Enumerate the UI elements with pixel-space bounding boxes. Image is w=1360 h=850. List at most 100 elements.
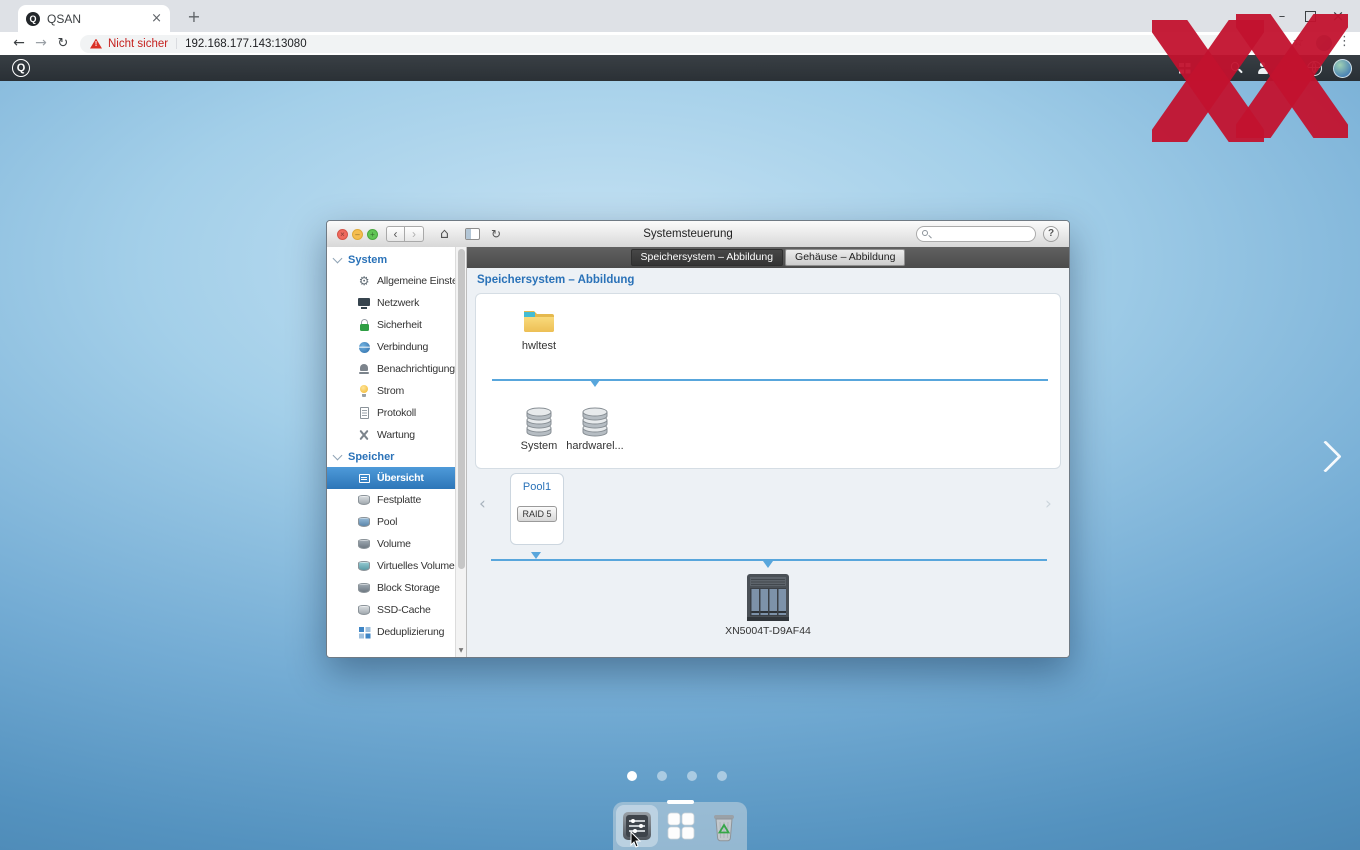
- sidebar-item-sicherheit[interactable]: Sicherheit: [327, 314, 455, 336]
- browser-menu-icon[interactable]: [1338, 34, 1351, 49]
- sidebar-item-strom[interactable]: Strom: [327, 380, 455, 402]
- sidebar-item-verbindung[interactable]: Verbindung: [327, 336, 455, 358]
- language-globe-icon[interactable]: [1307, 60, 1322, 76]
- sidebar-item-benachrichtigung[interactable]: Benachrichtigung: [327, 358, 455, 380]
- sidebar-item-pool[interactable]: Pool: [327, 511, 455, 533]
- recycle-bin-dock-icon[interactable]: [706, 808, 742, 844]
- ssd-cache-icon: [357, 603, 371, 617]
- window-header: Systemsteuerung ?: [327, 221, 1069, 248]
- nav-back-button[interactable]: [386, 226, 405, 242]
- url-text[interactable]: 192.168.177.143:13080: [185, 38, 307, 50]
- browser-back-button[interactable]: [8, 32, 30, 54]
- history-nav: [386, 226, 424, 242]
- sidebar-item-netzwerk[interactable]: Netzwerk: [327, 292, 455, 314]
- bookmark-star-icon[interactable]: [1292, 35, 1304, 50]
- volume-disk-icon: [357, 537, 371, 551]
- sidebar-item-label: Netzwerk: [377, 297, 420, 309]
- page-dot-4[interactable]: [717, 771, 727, 781]
- browser-navbar: Nicht sicher 192.168.177.143:13080: [0, 32, 1360, 56]
- favicon: Q: [26, 11, 40, 26]
- search-icon[interactable]: [1229, 61, 1244, 76]
- row-chevron-right-icon[interactable]: [1045, 496, 1052, 513]
- tab-close-icon[interactable]: [151, 11, 162, 26]
- connector-arrow-down: [590, 380, 600, 387]
- desktop-page-dots: [627, 771, 727, 781]
- tab-speichersystem-abbildung[interactable]: Speichersystem – Abbildung: [630, 249, 784, 266]
- address-bar[interactable]: Nicht sicher 192.168.177.143:13080: [80, 34, 1280, 53]
- control-panel-search-input[interactable]: [935, 227, 1034, 243]
- browser-forward-button[interactable]: [30, 32, 52, 54]
- browser-reload-button[interactable]: [52, 32, 74, 54]
- tab-gehaeuse-abbildung[interactable]: Gehäuse – Abbildung: [785, 249, 906, 266]
- sidebar-item-uebersicht[interactable]: Übersicht: [327, 467, 455, 489]
- page-dot-1[interactable]: [627, 771, 637, 781]
- home-icon[interactable]: [440, 226, 449, 242]
- window-minimize-button[interactable]: [1268, 0, 1296, 32]
- sidebar-item-volume[interactable]: Volume: [327, 533, 455, 555]
- sidebar-item-label: Übersicht: [377, 472, 424, 484]
- sidebar-item-label: Protokoll: [377, 407, 417, 419]
- window-title: Systemsteuerung: [643, 228, 733, 240]
- browser-profile-avatar[interactable]: [1316, 35, 1332, 51]
- maximize-traffic-light[interactable]: [367, 228, 378, 240]
- device-label: XN5004T-D9AF44: [725, 625, 811, 637]
- apps-grid-icon[interactable]: [1177, 61, 1192, 76]
- window-maximize-button[interactable]: [1296, 0, 1324, 32]
- folder-icon[interactable]: [522, 306, 556, 334]
- disk-stack-icon[interactable]: [524, 404, 554, 438]
- sidebar-item-ssd-cache[interactable]: SSD-Cache: [327, 599, 455, 621]
- disk-icon: [357, 493, 371, 507]
- pool-box[interactable]: Pool1 RAID 5: [510, 473, 564, 545]
- sidebar-item-label: Benachrichtigung: [377, 363, 455, 375]
- connector-line: [492, 379, 1048, 381]
- help-icon[interactable]: [1281, 60, 1296, 76]
- qsan-desktop: Q Systemsteuerung: [0, 55, 1360, 850]
- raid-badge[interactable]: RAID 5: [517, 506, 557, 522]
- next-page-chevron-icon[interactable]: [1309, 440, 1342, 473]
- app-center-dock-icon[interactable]: [663, 808, 699, 844]
- volume-label[interactable]: hardwarel...: [560, 440, 630, 452]
- sidebar-item-virtuelles-volume[interactable]: Virtuelles Volume: [327, 555, 455, 577]
- page-dot-2[interactable]: [657, 771, 667, 781]
- account-avatar[interactable]: [1333, 58, 1352, 78]
- close-traffic-light[interactable]: [337, 228, 348, 240]
- user-icon[interactable]: [1255, 61, 1270, 76]
- sidebar-item-allgemeine-einstellungen[interactable]: Allgemeine Einstell...: [327, 270, 455, 292]
- minimize-traffic-light[interactable]: [352, 228, 363, 240]
- new-tab-button[interactable]: [184, 7, 204, 27]
- sidebar-item-deduplizierung[interactable]: Deduplizierung: [327, 621, 455, 643]
- control-panel-search[interactable]: [916, 226, 1036, 243]
- sidebar-item-festplatte[interactable]: Festplatte: [327, 489, 455, 511]
- sidebar-item-label: Strom: [377, 385, 405, 397]
- tools-icon: [357, 428, 371, 442]
- disk-stack-icon[interactable]: [580, 404, 610, 438]
- sidebar-item-wartung[interactable]: Wartung: [327, 424, 455, 446]
- sidebar-item-protokoll[interactable]: Protokoll: [327, 402, 455, 424]
- scrollbar-thumb[interactable]: [457, 249, 465, 569]
- sidebar-item-label: Sicherheit: [377, 319, 422, 331]
- page-dot-3[interactable]: [687, 771, 697, 781]
- page-title: Speichersystem – Abbildung: [477, 274, 635, 286]
- sidebar-section-speicher[interactable]: Speicher: [327, 446, 455, 467]
- scroll-down-arrow[interactable]: [456, 645, 466, 656]
- section-title: System: [348, 253, 388, 266]
- sidebar-item-label: SSD-Cache: [377, 604, 431, 616]
- sidebar-scrollbar[interactable]: [455, 247, 466, 657]
- browser-tab[interactable]: Q QSAN: [18, 5, 170, 32]
- nas-device-icon[interactable]: [742, 573, 794, 623]
- qsan-logo[interactable]: Q: [12, 59, 30, 77]
- storage-map-card: hwltest System hardwarel...: [475, 293, 1061, 469]
- sidebar-section-system[interactable]: System: [327, 249, 455, 270]
- nav-forward-button[interactable]: [405, 226, 424, 242]
- not-secure-label[interactable]: Nicht sicher: [108, 38, 168, 50]
- notifications-bell-icon[interactable]: [1203, 61, 1218, 76]
- row-chevron-left-icon[interactable]: [479, 496, 486, 513]
- window-close-button[interactable]: [1324, 0, 1352, 32]
- sidebar-item-label: Virtuelles Volume: [377, 560, 455, 572]
- bell-icon: [357, 362, 371, 376]
- sidebar-item-block-storage[interactable]: Block Storage: [327, 577, 455, 599]
- help-button[interactable]: ?: [1043, 226, 1059, 242]
- window-body: System Allgemeine Einstell... Netzwerk: [327, 247, 1069, 657]
- folder-label[interactable]: hwltest: [499, 340, 579, 352]
- chevron-down-icon: [332, 253, 343, 263]
